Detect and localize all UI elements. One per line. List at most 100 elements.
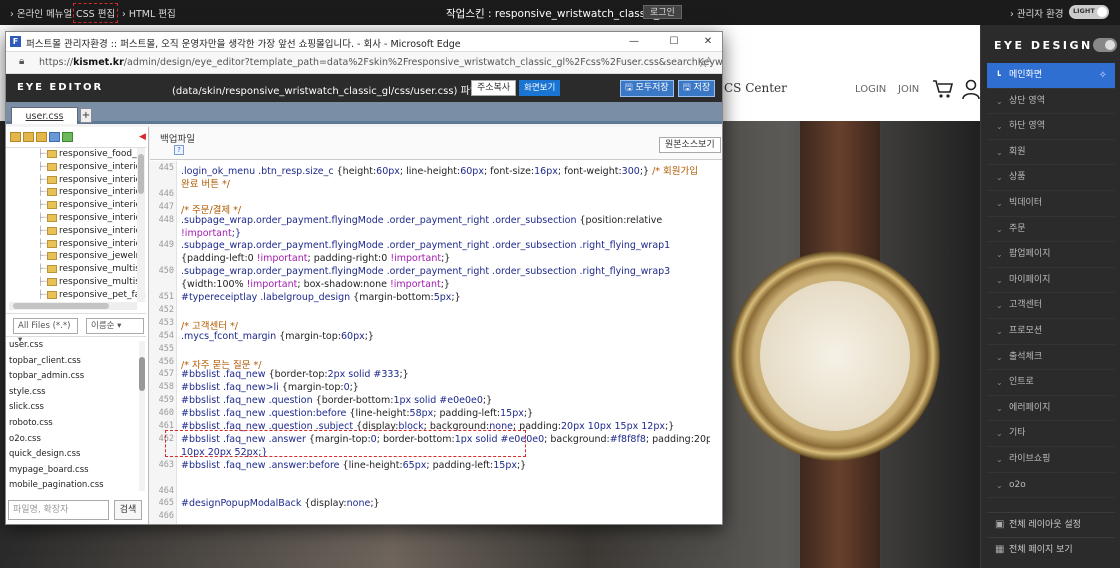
save-button[interactable]: 🖫︎ 저장 [678, 80, 716, 97]
html-edit-link[interactable]: › HTML 편집 [122, 6, 176, 20]
tree-folder-item[interactable]: ├┈ responsive_multish [6, 276, 146, 289]
view-all-pages-button[interactable]: ▦ 전체 페이지 보기 [987, 537, 1115, 561]
file-list-item[interactable]: quick_design.css [6, 447, 146, 463]
code-line[interactable]: /* 자주 묻는 질문 */ [181, 357, 261, 371]
code-line[interactable]: .subpage_wrap.order_payment.flyingMode .… [181, 240, 670, 251]
file-list-item[interactable]: topbar_client.css [6, 354, 146, 370]
file-search-input[interactable]: 파일명, 확장자 [8, 500, 109, 520]
menu-item-4[interactable]: ⌄ 상품 [987, 165, 1115, 191]
tree-folder-item[interactable]: ├┈ responsive_interior [6, 161, 146, 174]
file-list-item[interactable]: style.css [6, 385, 146, 401]
code-line[interactable]: #typereceiptlay .labelgroup_design {marg… [181, 292, 461, 303]
tree-folder-item[interactable]: ├┈ responsive_interior [6, 238, 146, 251]
close-icon[interactable]: ✕ [700, 34, 716, 50]
tree-folder-item[interactable]: ├┈ responsive_interior [6, 225, 146, 238]
file-search-button[interactable]: 검색 [114, 500, 142, 520]
tree-folder-item[interactable]: ├┈ responsive_food_w [6, 148, 146, 161]
save-all-button[interactable]: 🖫︎ 모두저장 [620, 80, 674, 97]
code-line[interactable]: {padding-left:0 !important; padding-righ… [181, 253, 450, 264]
code-line[interactable]: #bbslist .faq_new .answer:before {line-h… [181, 460, 526, 471]
code-line[interactable]: !important;} [181, 228, 241, 239]
code-line[interactable]: .subpage_wrap.order_payment.flyingMode .… [181, 266, 670, 277]
tree-folder-item[interactable]: ├┈ responsive_interior [6, 212, 146, 225]
online-manual-link[interactable]: › 온라인 메뉴얼 [10, 6, 72, 20]
tree-folder-item[interactable]: ├┈ responsive_jewelry [6, 250, 146, 263]
menu-item-15[interactable]: ⌄ 라이브쇼핑 [987, 447, 1115, 473]
code-line[interactable]: {width:100% !important; box-shadow:none … [181, 279, 450, 290]
tree-folder-item[interactable]: ├┈ responsive_interior [6, 199, 146, 212]
menu-item-1[interactable]: ⌄ 상단 영역 [987, 89, 1115, 115]
menu-item-6[interactable]: ⌄ 주문 [987, 217, 1115, 243]
tab-user-css[interactable]: user.css [11, 107, 78, 124]
file-list-item[interactable]: slick.css [6, 400, 146, 416]
admin-env-link[interactable]: › 관리자 환경 [1010, 6, 1064, 20]
file-list-item[interactable]: user.css [6, 338, 146, 354]
login-button[interactable]: 로그인 [643, 5, 682, 19]
code-scrollbar[interactable] [719, 162, 722, 524]
menu-item-13[interactable]: ⌄ 에러페이지 [987, 396, 1115, 422]
file-list-item[interactable]: roboto.css [6, 416, 146, 432]
menu-item-9[interactable]: ⌄ 고객센터 [987, 293, 1115, 319]
file-list-scrollbar[interactable] [139, 341, 145, 491]
code-line[interactable]: 완료 버튼 */ [181, 176, 230, 190]
menu-item-11[interactable]: ⌄ 출석체크 [987, 345, 1115, 371]
new-folder-icon[interactable] [10, 132, 21, 142]
menu-item-10[interactable]: ⌄ 프로모션 [987, 319, 1115, 345]
tree-hscrollbar[interactable] [9, 302, 137, 310]
view-original-source-button[interactable]: 원본소스보기 [659, 137, 721, 153]
open-folder-icon[interactable] [23, 132, 34, 142]
minimize-icon[interactable]: — [626, 34, 642, 50]
file-list-item[interactable]: mypage_board.css [6, 463, 146, 479]
url-text[interactable]: https://kismet.kr/admin/design/eye_edito… [39, 57, 722, 68]
file-list-item[interactable]: mobile_pagination.css [6, 478, 146, 494]
folder-delete-icon[interactable] [36, 132, 47, 142]
file-type-select[interactable]: All Files (*.*) ▾ [13, 318, 78, 345]
menu-item-14[interactable]: ⌄ 기타 [987, 421, 1115, 447]
magic-wand-icon[interactable]: ✧ [1099, 63, 1107, 89]
collapse-left-icon[interactable]: ◀ [139, 132, 146, 142]
code-line[interactable]: /* 주문/결제 */ [181, 202, 241, 216]
code-line[interactable]: #bbslist .faq_new>li {margin-top:0;} [181, 382, 359, 393]
menu-item-16[interactable]: ⌄ o2o [987, 473, 1115, 499]
layout-settings-button[interactable]: ▣ 전체 레이아웃 설정 [987, 512, 1115, 536]
copy-icon[interactable] [49, 132, 60, 142]
file-list-item[interactable]: topbar_admin.css [6, 369, 146, 385]
site-login-link[interactable]: LOGIN [855, 84, 886, 95]
eye-design-toggle[interactable] [1093, 38, 1117, 52]
menu-item-2[interactable]: ⌄ 하단 영역 [987, 114, 1115, 140]
menu-item-0[interactable]: ┗ 메인화면 ✧ [987, 63, 1115, 89]
refresh-icon[interactable] [62, 132, 73, 142]
menu-item-3[interactable]: ⌄ 회원 [987, 140, 1115, 166]
code-line[interactable]: .login_ok_menu .btn_resp.size_c {height:… [181, 163, 698, 177]
copy-address-button[interactable]: 주소복사 [471, 80, 517, 96]
add-tab-button[interactable]: + [80, 108, 92, 123]
code-line[interactable]: #designPopupModalBack {display:none;} [181, 498, 380, 509]
menu-item-8[interactable]: ⌄ 마이페이지 [987, 268, 1115, 294]
code-area[interactable]: .login_ok_menu .btn_resp.size_c {height:… [178, 161, 710, 524]
code-line[interactable]: #bbslist .faq_new .question {border-bott… [181, 395, 492, 406]
tree-folder-item[interactable]: ├┈ responsive_multish [6, 263, 146, 276]
css-edit-link[interactable]: CSS 편집 [72, 3, 119, 23]
menu-item-7[interactable]: ⌄ 팝업페이지 [987, 242, 1115, 268]
code-line[interactable]: .subpage_wrap.order_payment.flyingMode .… [181, 215, 662, 226]
read-aloud-icon[interactable]: AA [700, 56, 711, 70]
file-list-item[interactable]: o2o.css [6, 432, 146, 448]
tree-scrollbar[interactable] [137, 148, 145, 302]
tree-folder-item[interactable]: ├┈ responsive_interior [6, 174, 146, 187]
code-line[interactable]: #bbslist .faq_new {border-top:2px solid … [181, 369, 409, 380]
user-icon[interactable] [962, 79, 980, 99]
tree-folder-item[interactable]: ├┈ responsive_pet_fan [6, 289, 146, 302]
site-join-link[interactable]: JOIN [898, 84, 919, 95]
tree-folder-item[interactable]: ├┈ responsive_interior [6, 186, 146, 199]
sort-select[interactable]: 이름순 ▾ [86, 318, 144, 334]
menu-item-5[interactable]: ⌄ 빅데이터 [987, 191, 1115, 217]
cart-icon[interactable] [932, 79, 954, 99]
address-bar[interactable]: 🔒︎ https://kismet.kr/admin/design/eye_ed… [6, 52, 722, 74]
menu-item-12[interactable]: ⌄ 인트로 [987, 370, 1115, 396]
help-icon[interactable]: ? [174, 145, 184, 155]
light-mode-toggle[interactable]: LIGHT [1069, 5, 1109, 19]
code-line[interactable]: #bbslist .faq_new .question:before {line… [181, 408, 533, 419]
code-line[interactable]: .mycs_fcont_margin {margin-top:60px;} [181, 331, 374, 342]
maximize-icon[interactable]: ☐ [666, 34, 682, 50]
view-screen-button[interactable]: 화면보기 [519, 80, 561, 96]
